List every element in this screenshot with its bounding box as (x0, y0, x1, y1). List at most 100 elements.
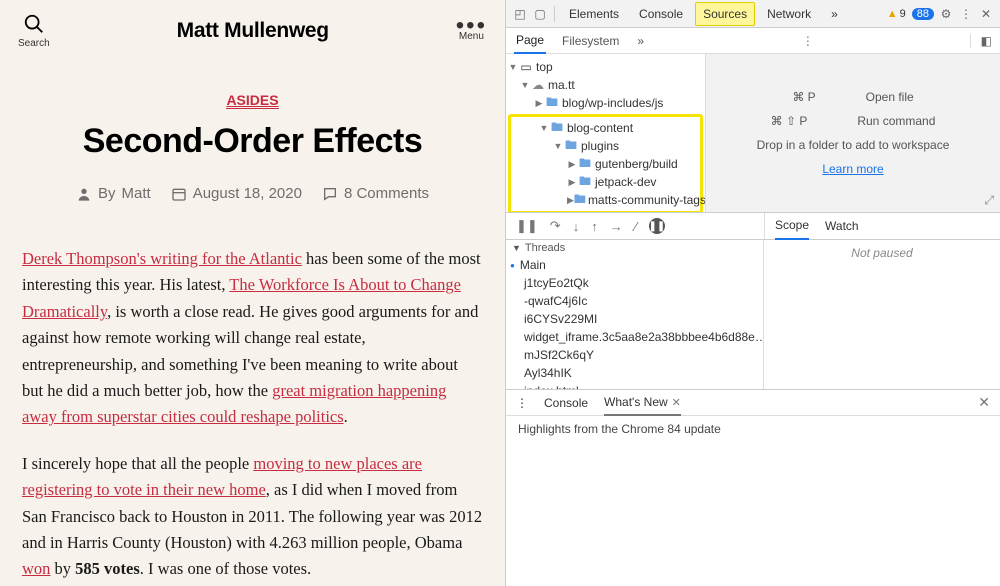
person-icon (76, 186, 92, 202)
link-derek-thompson[interactable]: Derek Thompson's writing for the Atlanti… (22, 249, 302, 268)
tree-gutenberg[interactable]: ▶🖿gutenberg/build (511, 155, 700, 173)
post-content: Derek Thompson's writing for the Atlanti… (20, 246, 485, 586)
date-text: August 18, 2020 (193, 185, 302, 202)
drawer-tabs: ⋮ Console What's New✕ ✕ (506, 390, 1000, 416)
author-prefix: By (98, 185, 116, 202)
device-icon[interactable]: ▢ (532, 6, 548, 22)
thread-item[interactable]: Ayl34hIK (506, 364, 763, 382)
lower-pane: ▼Threads Main j1tcyEo2tQk -qwafC4j6Ic i6… (506, 240, 1000, 390)
devtools-pane: ◰ ▢ Elements Console Sources Network » ▲… (505, 0, 1000, 586)
pause-exceptions-icon[interactable]: ❚❚ (649, 218, 665, 234)
subtab-more[interactable]: » (635, 29, 646, 53)
menu-button[interactable]: ••• Menu (456, 21, 487, 42)
devtools-tabs: ◰ ▢ Elements Console Sources Network » ▲… (506, 0, 1000, 28)
meta-author: By Matt (76, 185, 151, 202)
info-badge: 88 (912, 8, 934, 20)
tab-watch[interactable]: Watch (825, 213, 859, 239)
close-tab-icon[interactable]: ✕ (668, 397, 681, 409)
tree-matts-tags[interactable]: ▶🖿matts-community-tags (511, 191, 700, 209)
tree-blog-content[interactable]: ▼🖿blog-content (511, 119, 700, 137)
file-tree[interactable]: ▼▭top ▼☁ma.tt ▶🖿blog/wp-includes/js ▼🖿bl… (506, 54, 706, 212)
thread-item[interactable]: i6CYSv229MI (506, 310, 763, 328)
thread-item[interactable]: -qwafC4j6Ic (506, 292, 763, 310)
separator (554, 6, 555, 22)
website-pane: Search Matt Mullenweg ••• Menu ASIDES Se… (0, 0, 505, 586)
expand-icon[interactable]: ⤢ (984, 193, 994, 208)
site-title[interactable]: Matt Mullenweg (177, 19, 329, 43)
debugger-toolbar: ❚❚ ↷ ↓ ↑ → ⁄ ❚❚ Scope Watch (506, 212, 1000, 240)
threads-panel: ▼Threads Main j1tcyEo2tQk -qwafC4j6Ic i6… (506, 240, 764, 389)
tab-scope[interactable]: Scope (775, 212, 809, 240)
close-drawer-icon[interactable]: ✕ (978, 394, 990, 411)
tree-jetpack[interactable]: ▶🖿jetpack-dev (511, 173, 700, 191)
debug-controls: ❚❚ ↷ ↓ ↑ → ⁄ ❚❚ (506, 218, 764, 234)
settings-icon[interactable]: ⚙ (938, 6, 954, 22)
calendar-icon (171, 186, 187, 202)
learn-more-link[interactable]: Learn more (822, 162, 883, 176)
menu-label: Menu (459, 31, 484, 42)
drawer-tab-whatsnew[interactable]: What's New✕ (604, 390, 681, 416)
post-meta: By Matt August 18, 2020 8 Comments (20, 185, 485, 202)
scope-tabs: Scope Watch (764, 213, 1000, 239)
drawer-tab-console[interactable]: Console (544, 396, 588, 410)
paragraph-2: I sincerely hope that all the people mov… (22, 451, 483, 583)
threads-header[interactable]: ▼Threads (506, 240, 763, 256)
tab-elements[interactable]: Elements (561, 2, 627, 26)
pause-icon[interactable]: ❚❚ (516, 218, 538, 234)
thread-item[interactable]: j1tcyEo2tQk (506, 274, 763, 292)
post-category: ASIDES (20, 92, 485, 110)
open-file-row: ⌘ P Open file (792, 90, 913, 104)
tab-console[interactable]: Console (631, 2, 691, 26)
tree-plugins[interactable]: ▼🖿plugins (511, 137, 700, 155)
step-icon[interactable]: → (610, 219, 623, 234)
thread-item[interactable]: widget_iframe.3c5aa8e2a38bbbee4b6d88e… (506, 328, 763, 346)
toggle-navigator-icon[interactable]: ◧ (970, 34, 992, 48)
not-paused-label: Not paused (764, 240, 1000, 389)
shortcut-run: ⌘ ⇧ P (771, 114, 808, 128)
close-icon[interactable]: ✕ (978, 6, 994, 22)
tree-top[interactable]: ▼▭top (506, 58, 705, 76)
drop-text: Drop in a folder to add to workspace (757, 138, 950, 152)
shortcut-open: ⌘ P (792, 90, 815, 104)
tab-sources[interactable]: Sources (695, 2, 755, 26)
comments-link[interactable]: 8 Comments (344, 185, 429, 202)
subtab-menu-icon[interactable]: ⋮ (802, 34, 814, 48)
run-command-row: ⌘ ⇧ P Run command (771, 114, 936, 128)
search-label: Search (18, 38, 50, 49)
subtab-filesystem[interactable]: Filesystem (560, 29, 621, 53)
author-link[interactable]: Matt (122, 185, 151, 202)
deactivate-breakpoints-icon[interactable]: ⁄ (635, 219, 637, 234)
tab-network[interactable]: Network (759, 2, 819, 26)
drawer-menu-icon[interactable]: ⋮ (516, 396, 528, 410)
meta-comments[interactable]: 8 Comments (322, 185, 429, 202)
subtab-page[interactable]: Page (514, 28, 546, 54)
category-link[interactable]: ASIDES (226, 92, 278, 109)
open-file-label: Open file (866, 90, 914, 104)
paragraph-1: Derek Thompson's writing for the Atlanti… (22, 246, 483, 431)
thread-main[interactable]: Main (506, 256, 763, 274)
thread-item[interactable]: mJSf2Ck6qY (506, 346, 763, 364)
tree-matt[interactable]: ▼☁ma.tt (506, 76, 705, 94)
search-icon (23, 13, 45, 38)
thread-item[interactable]: index.html (506, 382, 763, 389)
step-over-icon[interactable]: ↷ (550, 218, 561, 234)
step-into-icon[interactable]: ↓ (573, 219, 580, 234)
sources-body: ▼▭top ▼☁ma.tt ▶🖿blog/wp-includes/js ▼🖿bl… (506, 54, 1000, 212)
sources-subtabs: Page Filesystem » ⋮ ◧ (506, 28, 1000, 54)
inspect-icon[interactable]: ◰ (512, 6, 528, 22)
tree-wp-includes[interactable]: ▶🖿blog/wp-includes/js (506, 94, 705, 112)
highlighted-folders: ▼🖿blog-content ▼🖿plugins ▶🖿gutenberg/bui… (508, 114, 703, 212)
search-button[interactable]: Search (18, 13, 50, 49)
post: ASIDES Second-Order Effects By Matt Augu… (0, 62, 505, 586)
menu-dots-icon: ••• (456, 21, 487, 31)
run-command-label: Run command (857, 114, 935, 128)
drawer-body: Highlights from the Chrome 84 update (506, 416, 1000, 586)
sources-info-pane: ⌘ P Open file ⌘ ⇧ P Run command Drop in a … (706, 54, 1000, 212)
more-menu-icon[interactable]: ⋮ (958, 6, 974, 22)
step-out-icon[interactable]: ↑ (591, 219, 598, 234)
site-header: Search Matt Mullenweg ••• Menu (0, 0, 505, 62)
link-won[interactable]: won (22, 559, 50, 578)
warnings-badge[interactable]: ▲9 88 (887, 8, 934, 20)
warning-icon: ▲ (887, 8, 898, 20)
tab-more[interactable]: » (823, 2, 846, 26)
